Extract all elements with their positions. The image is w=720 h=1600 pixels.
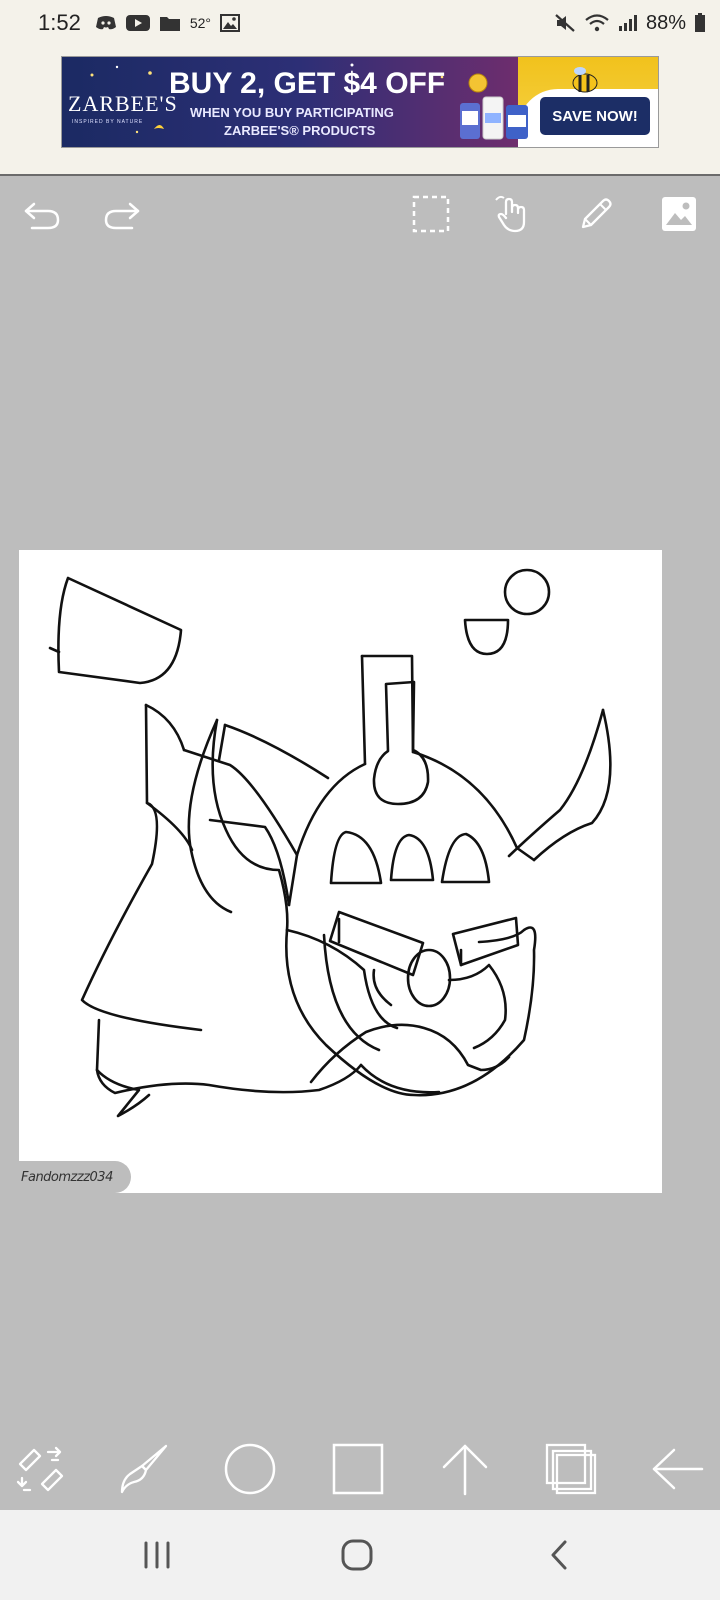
- system-navigation-bar: [0, 1510, 720, 1600]
- redo-icon: [104, 202, 140, 230]
- ad-headline: BUY 2, GET $4 OFF: [169, 67, 446, 100]
- status-time: 1:52: [38, 10, 81, 35]
- layers-icon: [545, 1443, 597, 1495]
- ad-brand-tagline: INSPIRED BY NATURE: [72, 119, 144, 125]
- back-icon: [551, 1540, 567, 1570]
- status-bar: 1:52 52° 88%: [0, 0, 720, 46]
- youtube-icon: [125, 14, 150, 32]
- ad-bee-icon: [572, 67, 598, 93]
- pen-tool-button[interactable]: [574, 192, 618, 236]
- ad-save-now-button[interactable]: SAVE NOW!: [540, 97, 650, 135]
- hand-tool-button[interactable]: [490, 192, 534, 236]
- home-icon: [341, 1539, 373, 1571]
- drawing-canvas[interactable]: Fandomzzz034: [19, 550, 662, 1193]
- recents-icon: [144, 1541, 170, 1569]
- hand-icon: [495, 195, 526, 233]
- ad-area: ZARBEE'S INSPIRED BY NATURE BUY 2, GET $…: [0, 46, 720, 176]
- image-icon: [662, 197, 696, 231]
- layers-button[interactable]: [540, 1438, 602, 1500]
- status-icons-right: 88%: [554, 12, 706, 35]
- transform-tool-button[interactable]: [10, 1438, 72, 1500]
- home-button[interactable]: [332, 1532, 382, 1578]
- ad-brand-logo: ZARBEE'S: [68, 91, 178, 116]
- sketch-drawing: [48, 568, 612, 1118]
- image-icon: [220, 14, 240, 32]
- bottom-toolbar: [0, 1430, 720, 1508]
- signal-icon: [618, 14, 638, 32]
- brush-icon: [120, 1444, 168, 1494]
- redo-button[interactable]: [100, 192, 144, 236]
- status-icons-left: 52°: [95, 14, 240, 32]
- rectangle-tool-button[interactable]: [327, 1438, 389, 1500]
- undo-icon: [24, 202, 60, 230]
- selection-button[interactable]: [409, 192, 453, 236]
- back-arrow-button[interactable]: [646, 1438, 708, 1500]
- ellipse-tool-button[interactable]: [219, 1438, 281, 1500]
- back-button[interactable]: [535, 1532, 585, 1578]
- undo-button[interactable]: [20, 192, 64, 236]
- battery-icon: [694, 13, 706, 33]
- arrow-up-icon: [442, 1444, 488, 1496]
- ad-subline-2: ZARBEE'S® PRODUCTS: [224, 123, 376, 138]
- pen-icon: [581, 198, 612, 229]
- ad-banner[interactable]: ZARBEE'S INSPIRED BY NATURE BUY 2, GET $…: [61, 56, 659, 148]
- transform-icon: [16, 1446, 64, 1492]
- upload-arrow-button[interactable]: [434, 1438, 496, 1500]
- wifi-icon: [584, 13, 610, 33]
- circle-icon: [224, 1443, 276, 1495]
- mute-icon: [554, 13, 576, 33]
- back-arrow-icon: [652, 1448, 704, 1490]
- status-battery-percent: 88%: [645, 11, 686, 34]
- selection-icon: [412, 195, 450, 233]
- brush-tool-button[interactable]: [114, 1438, 176, 1500]
- status-temperature: 52°: [189, 15, 211, 31]
- artist-watermark: Fandomzzz034: [19, 1161, 131, 1193]
- square-icon: [332, 1443, 384, 1495]
- top-toolbar: [0, 178, 720, 258]
- ad-subline-1: WHEN YOU BUY PARTICIPATING: [190, 105, 394, 120]
- discord-icon: [95, 15, 117, 31]
- ad-product-bottles-image: [460, 73, 528, 140]
- recents-button[interactable]: [132, 1532, 182, 1578]
- import-image-button[interactable]: [657, 192, 701, 236]
- folder-icon: [159, 14, 181, 32]
